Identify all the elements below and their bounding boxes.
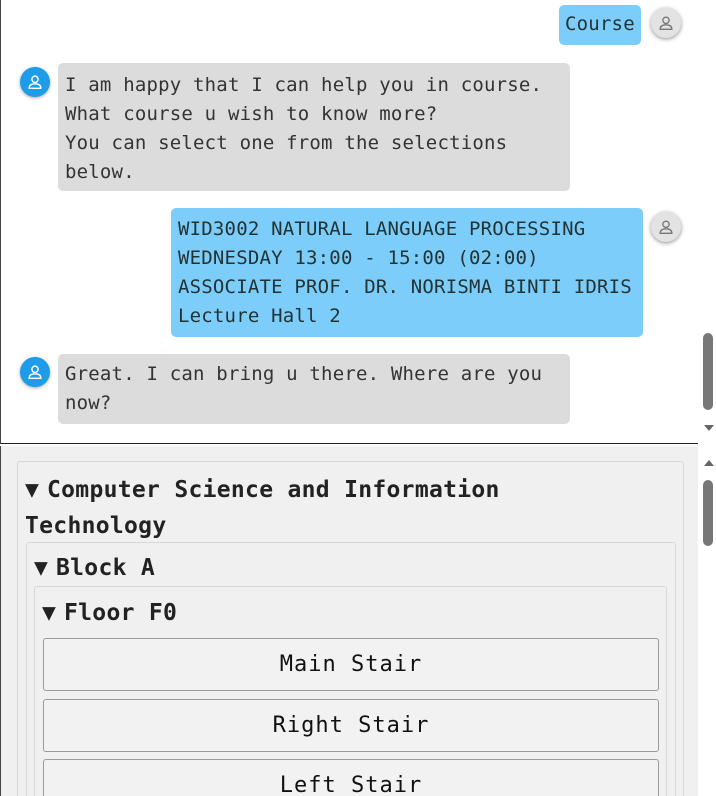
chat-message-bot: I am happy that I can help you in course… <box>58 63 570 191</box>
chat-history[interactable]: Course I am happy that I can help you in… <box>0 0 698 444</box>
user-avatar-icon <box>651 8 681 38</box>
chat-scrollbar-thumb[interactable] <box>703 333 713 410</box>
floor-summary[interactable]: ▼ Floor F0 <box>42 598 177 628</box>
user-avatar-icon <box>651 212 681 242</box>
bot-message-bubble: Great. I can bring u there. Where are yo… <box>58 354 570 424</box>
bot-avatar-icon <box>20 357 50 387</box>
bot-message-bubble: I am happy that I can help you in course… <box>58 63 570 191</box>
triangle-down-icon: ▼ <box>42 600 57 626</box>
user-message-bubble: WID3002 NATURAL LANGUAGE PROCESSING WEDN… <box>171 208 643 337</box>
chat-message-bot: Great. I can bring u there. Where are yo… <box>58 354 570 424</box>
block-label: Block A <box>56 555 156 581</box>
triangle-up-icon[interactable] <box>702 458 716 468</box>
block-summary[interactable]: ▼ Block A <box>34 552 155 584</box>
chat-message-user: Course <box>559 5 641 45</box>
faculty-label: Computer Science and Information Technol… <box>25 477 500 539</box>
location-selection-panel[interactable]: ▼ Computer Science and Information Techno… <box>0 446 698 796</box>
selection-scrollbar-thumb[interactable] <box>703 480 713 546</box>
floor-label: Floor F0 <box>64 600 178 626</box>
triangle-down-icon: ▼ <box>25 477 40 503</box>
main-stair-button[interactable]: Main Stair <box>43 638 659 691</box>
triangle-down-icon: ▼ <box>34 555 49 581</box>
chat-message-user: WID3002 NATURAL LANGUAGE PROCESSING WEDN… <box>171 208 643 337</box>
bot-avatar-icon <box>20 67 50 97</box>
faculty-summary[interactable]: ▼ Computer Science and Information Techno… <box>25 472 585 544</box>
right-stair-button[interactable]: Right Stair <box>43 699 659 752</box>
user-message-bubble: Course <box>559 5 641 45</box>
triangle-down-icon[interactable] <box>702 423 716 433</box>
left-stair-button[interactable]: Left Stair <box>43 759 659 796</box>
